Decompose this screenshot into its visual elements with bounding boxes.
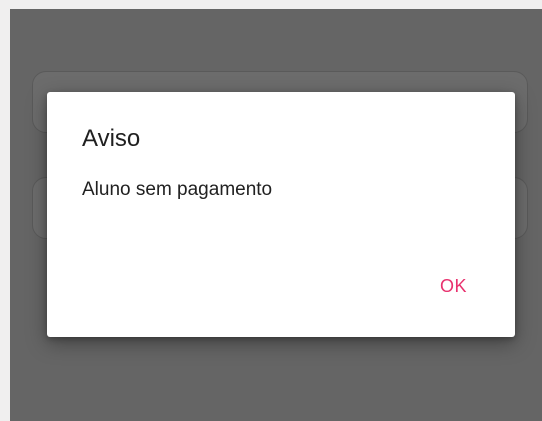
dialog-title: Aviso <box>82 125 141 152</box>
dialog-message: Aluno sem pagamento <box>82 179 273 200</box>
ok-button[interactable]: OK <box>434 272 473 301</box>
app-screen-dimmed: Aviso Aluno sem pagamento OK <box>10 9 542 421</box>
alert-dialog: Aviso Aluno sem pagamento OK <box>47 92 515 337</box>
